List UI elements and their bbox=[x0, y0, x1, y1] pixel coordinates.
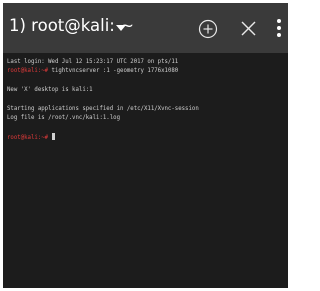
terminal-line: Last login: Wed Jul 12 15:23:17 UTC 2017… bbox=[7, 58, 284, 67]
add-session-icon[interactable] bbox=[198, 19, 218, 39]
text-cursor bbox=[51, 133, 56, 141]
terminal-output[interactable]: Last login: Wed Jul 12 15:23:17 UTC 2017… bbox=[3, 53, 288, 288]
screenshot-frame: 1) root@kali: ~ Last login: Wed Jul 12 1… bbox=[0, 0, 291, 291]
terminal-line: root@kali:~# tightvncserver :1 -geometry… bbox=[7, 67, 284, 76]
command-text: tightvncserver :1 -geometry 1776x1080 bbox=[51, 68, 179, 75]
output-text: Log file is /root/.vnc/kali:1.log bbox=[7, 115, 120, 122]
triangle-down-icon[interactable] bbox=[114, 21, 128, 35]
terminal-line: Starting applications specified in /etc/… bbox=[7, 105, 284, 114]
close-icon[interactable] bbox=[240, 20, 257, 37]
shell-prompt: root@kali:~# bbox=[7, 68, 49, 75]
terminal-line: Log file is /root/.vnc/kali:1.log bbox=[7, 114, 284, 123]
shell-prompt: root@kali:~# bbox=[7, 135, 49, 142]
terminal-tab-bar: 1) root@kali: ~ bbox=[3, 3, 288, 53]
terminal-line: New 'X' desktop is kali:1 bbox=[7, 86, 284, 95]
terminal-app: 1) root@kali: ~ Last login: Wed Jul 12 1… bbox=[3, 3, 288, 288]
overflow-menu-icon[interactable] bbox=[276, 18, 282, 38]
last-login-text: Last login: Wed Jul 12 15:23:17 UTC 2017… bbox=[7, 59, 179, 65]
output-text: New 'X' desktop is kali:1 bbox=[7, 87, 93, 94]
output-text: Starting applications specified in /etc/… bbox=[7, 105, 199, 112]
terminal-line: root@kali:~# bbox=[7, 133, 284, 142]
